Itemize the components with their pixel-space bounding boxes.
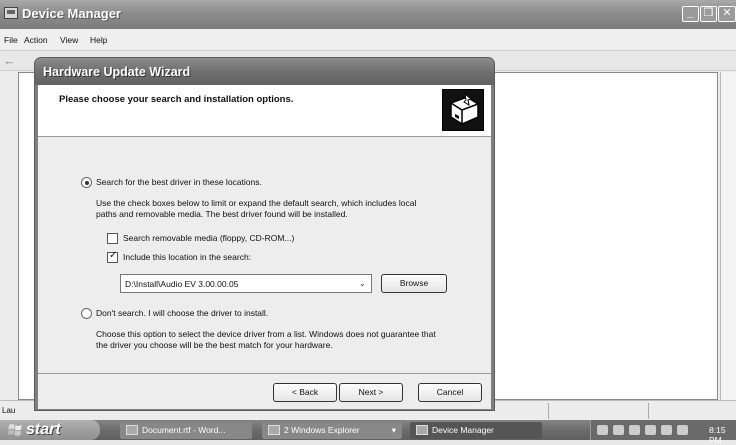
search-description-line2: paths and removable media. The best driv… (96, 209, 348, 219)
browse-button[interactable]: Browse (381, 274, 447, 293)
menu-bar: File Action View Help (0, 29, 736, 51)
device-manager-title: Device Manager (22, 6, 121, 21)
menu-file[interactable]: File (4, 35, 18, 45)
vertical-scrollbar[interactable] (720, 72, 736, 400)
status-divider (548, 403, 549, 419)
checkmark-icon: ✓ (109, 250, 118, 261)
language-icon[interactable] (677, 425, 688, 435)
taskbar-item-label: 2 Windows Explorer (284, 425, 360, 435)
taskbar-item-device-manager[interactable]: Device Manager (410, 422, 542, 439)
dont-search-description-line1: Choose this option to select the device … (96, 329, 436, 339)
button-separator (38, 373, 491, 374)
taskbar-item-label: Device Manager (432, 425, 494, 435)
system-tray: 8:15 PM (590, 420, 736, 445)
back-arrow-icon[interactable]: ← (3, 53, 16, 68)
clock[interactable]: 8:15 PM (709, 425, 736, 445)
include-location-checkbox[interactable]: ✓ (107, 250, 118, 263)
hardware-update-wizard-dialog: Hardware Update Wizard Please choose you… (34, 57, 495, 411)
wizard-header: Please choose your search and installati… (38, 85, 491, 137)
computer-icon (416, 425, 428, 435)
start-button[interactable]: start (0, 420, 100, 440)
start-label: start (26, 421, 61, 438)
wizard-body: Please choose your search and installati… (38, 85, 491, 409)
taskbar: start Document.rtf - Word... 2 Windows E… (0, 420, 736, 445)
wizard-header-title: Please choose your search and installati… (59, 94, 294, 105)
menu-action[interactable]: Action (24, 35, 48, 45)
minimize-button[interactable]: _ (682, 6, 699, 22)
location-path-combobox[interactable]: D:\Install\Audio EV 3.00.00.05 ⌄ (120, 274, 372, 293)
dont-search-radio[interactable] (81, 308, 92, 319)
computer-icon (4, 7, 18, 19)
taskbar-item-label: Document.rtf - Word... (142, 425, 226, 435)
network-icon[interactable] (629, 425, 640, 435)
search-description-line1: Use the check boxes below to limit or ex… (96, 198, 417, 208)
status-divider (648, 403, 649, 419)
folder-icon (268, 425, 280, 435)
device-manager-titlebar[interactable]: Device Manager _ ❐ ✕ (0, 0, 736, 29)
wizard-title: Hardware Update Wizard (43, 65, 191, 79)
security-icon[interactable] (661, 425, 672, 435)
sync-icon[interactable] (645, 425, 656, 435)
search-removable-media-label[interactable]: Search removable media (floppy, CD-ROM..… (123, 233, 294, 244)
search-best-driver-radio[interactable] (81, 177, 92, 188)
close-button[interactable]: ✕ (718, 6, 736, 22)
chevron-down-icon[interactable]: ⌄ (355, 276, 370, 291)
wizard-titlebar[interactable]: Hardware Update Wizard (35, 58, 494, 85)
windows-logo-icon (8, 423, 22, 437)
group-arrow-icon: ▾ (391, 425, 396, 435)
search-removable-media-checkbox[interactable] (107, 233, 118, 244)
taskbar-item-windows-explorer[interactable]: 2 Windows Explorer ▾ (262, 422, 402, 439)
restore-button[interactable]: ❐ (700, 6, 717, 22)
back-button[interactable]: < Back (273, 383, 337, 402)
include-location-label[interactable]: Include this location in the search: (123, 252, 251, 263)
network-icon[interactable] (597, 425, 608, 435)
next-button[interactable]: Next > (339, 383, 403, 402)
document-icon (126, 425, 138, 435)
menu-view[interactable]: View (60, 35, 78, 45)
location-path-value[interactable]: D:\Install\Audio EV 3.00.00.05 (125, 279, 238, 289)
taskbar-item-word[interactable]: Document.rtf - Word... (120, 422, 252, 439)
cancel-button[interactable]: Cancel (418, 383, 482, 402)
volume-icon[interactable] (613, 425, 624, 435)
dont-search-label[interactable]: Don't search. I will choose the driver t… (96, 308, 268, 319)
hardware-install-icon (442, 89, 484, 131)
status-text: Lau (2, 406, 16, 415)
menu-help[interactable]: Help (90, 35, 107, 45)
search-best-driver-label[interactable]: Search for the best driver in these loca… (96, 177, 262, 188)
dont-search-description-line2: the driver you choose will be the best m… (96, 340, 333, 350)
